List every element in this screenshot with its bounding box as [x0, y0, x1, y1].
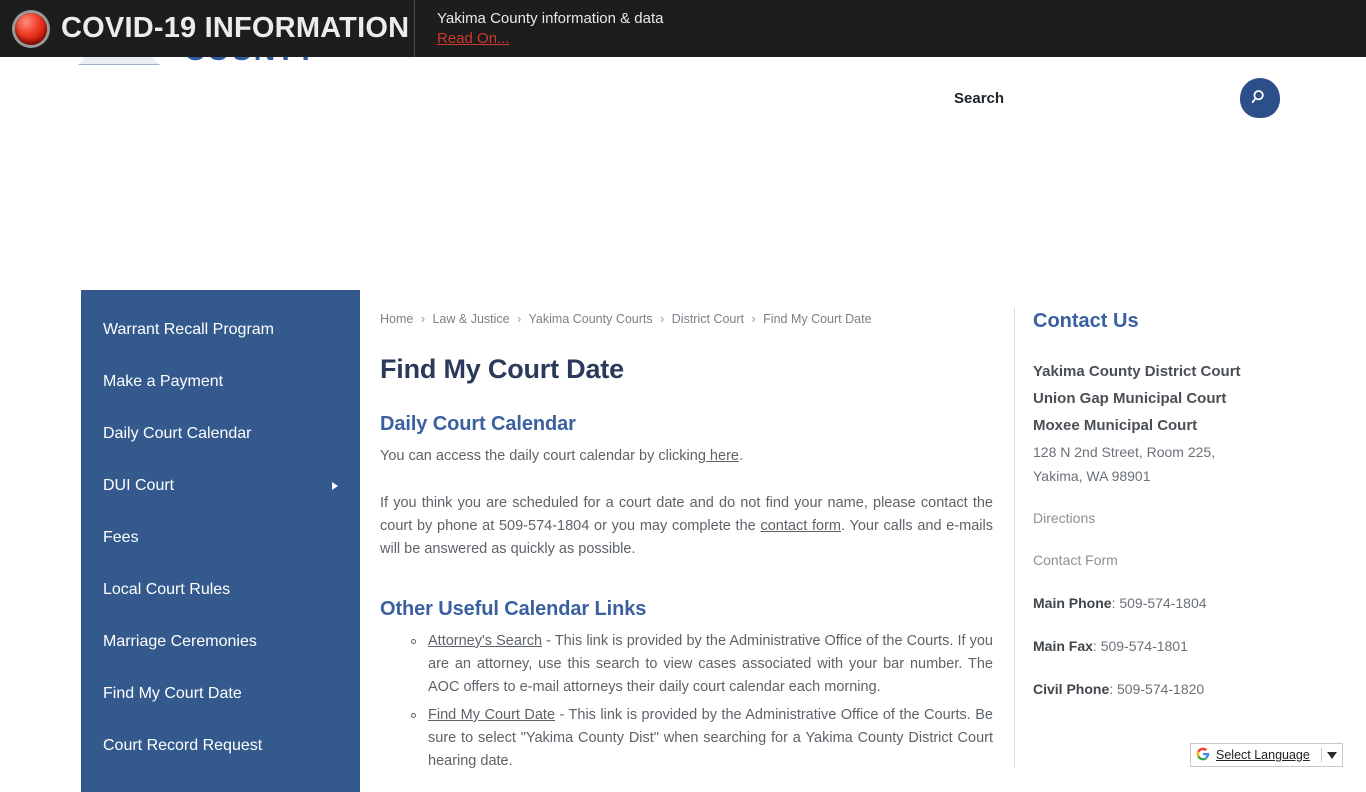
- search-button[interactable]: [1240, 78, 1280, 118]
- page-body: Warrant Recall Program Make a Payment Da…: [0, 150, 1366, 792]
- contact-form-sidebar-link[interactable]: Contact Form: [1033, 549, 1314, 571]
- section-heading-other-useful-calendar-links: Other Useful Calendar Links: [380, 598, 647, 620]
- breadcrumb-item-district-court[interactable]: District Court: [672, 312, 744, 326]
- covid-read-on-link[interactable]: Read On...: [437, 29, 664, 49]
- section-heading-daily-court-calendar: Daily Court Calendar: [380, 413, 576, 435]
- left-sidebar-nav: Warrant Recall Program Make a Payment Da…: [81, 290, 360, 792]
- google-translate-widget[interactable]: Select Language: [1190, 743, 1343, 767]
- sidebar-item-label: Marriage Ceremonies: [103, 633, 257, 650]
- breadcrumb-item-yakima-county-courts[interactable]: Yakima County Courts: [529, 312, 653, 326]
- breadcrumb-separator: ›: [420, 312, 425, 326]
- contact-label: Civil Phone: [1033, 681, 1110, 697]
- breadcrumb-item-current: Find My Court Date: [763, 312, 872, 326]
- breadcrumb-separator: ›: [751, 312, 756, 326]
- directions-link[interactable]: Directions: [1033, 507, 1314, 529]
- sidebar-item-local-court-rules[interactable]: Local Court Rules: [81, 564, 360, 616]
- chevron-right-icon: [332, 482, 338, 490]
- covid-banner-subtitle: Yakima County information & data: [437, 9, 664, 27]
- covid-banner-title-area: COVID-19 INFORMATION: [0, 0, 415, 57]
- contact-org-union-gap: Union Gap Municipal Court: [1033, 390, 1227, 407]
- breadcrumb-separator: ›: [660, 312, 665, 326]
- sidebar-item-label: Daily Court Calendar: [103, 425, 252, 442]
- sidebar-item-label: Warrant Recall Program: [103, 321, 275, 338]
- search-input[interactable]: [900, 76, 1226, 120]
- list-item: Find My Court Date - This link is provid…: [411, 704, 993, 773]
- google-g-icon: [1196, 747, 1210, 764]
- covid-banner-message-area: Yakima County information & data Read On…: [415, 0, 664, 57]
- contact-sidebar: Contact Us Yakima County District Court …: [1014, 308, 1314, 768]
- here-link[interactable]: here: [706, 448, 739, 464]
- sidebar-item-marriage-ceremonies[interactable]: Marriage Ceremonies: [81, 616, 360, 668]
- sidebar-item-label: Find My Court Date: [103, 685, 242, 702]
- divider: [1320, 748, 1322, 762]
- select-language-label: Select Language: [1216, 748, 1310, 762]
- contact-separator: :: [1109, 681, 1118, 697]
- sidebar-item-find-my-court-date[interactable]: Find My Court Date: [81, 668, 360, 720]
- sidebar-item-dui-court[interactable]: DUI Court: [81, 460, 360, 512]
- contact-address-line-1: 128 N 2nd Street, Room 225,: [1033, 444, 1216, 460]
- contact-us-heading: Contact Us: [1033, 310, 1139, 332]
- find-my-court-date-link[interactable]: Find My Court Date: [428, 707, 555, 723]
- paragraph-text-after-link: .: [738, 448, 743, 464]
- page-title: Find My Court Date: [380, 354, 624, 384]
- sidebar-item-label: DUI Court: [103, 477, 175, 494]
- sidebar-item-label: Fees: [103, 529, 139, 546]
- sidebar-item-daily-court-calendar[interactable]: Daily Court Calendar: [81, 408, 360, 460]
- contact-value: 509-574-1801: [1100, 638, 1188, 654]
- sidebar-item-make-a-payment[interactable]: Make a Payment: [81, 356, 360, 408]
- contact-row-civil-phone: Civil Phone: 509-574-1820: [1033, 678, 1314, 700]
- list-item: Attorney's Search - This link is provide…: [411, 630, 993, 699]
- useful-links-list: Attorney's Search - This link is provide…: [380, 630, 993, 773]
- red-alert-circle-icon: [15, 12, 47, 45]
- paragraph-court-contact: If you think you are scheduled for a cou…: [380, 492, 993, 561]
- contact-value: 509-574-1820: [1117, 681, 1205, 697]
- breadcrumb: Home › Law & Justice › Yakima County Cou…: [380, 310, 993, 328]
- attorneys-search-link[interactable]: Attorney's Search: [428, 633, 542, 649]
- paragraph-daily-calendar-access: You can access the daily court calendar …: [380, 445, 993, 468]
- sidebar-item-label: Make a Payment: [103, 373, 224, 390]
- search-icon: [1251, 88, 1269, 109]
- covid-19-alert-banner[interactable]: COVID-19 INFORMATION Yakima County infor…: [0, 0, 1366, 57]
- contact-label: Main Phone: [1033, 595, 1112, 611]
- contact-org-district-court: Yakima County District Court: [1033, 363, 1241, 380]
- contact-label: Main Fax: [1033, 638, 1093, 654]
- covid-banner-title: COVID-19 INFORMATION: [61, 12, 410, 44]
- breadcrumb-item-law-justice[interactable]: Law & Justice: [432, 312, 509, 326]
- sidebar-item-fees[interactable]: Fees: [81, 512, 360, 564]
- sidebar-item-label: Local Court Rules: [103, 581, 231, 598]
- contact-address-line-2: Yakima, WA 98901: [1033, 468, 1151, 484]
- contact-value: 509-574-1804: [1119, 595, 1207, 611]
- contact-form-link[interactable]: contact form: [760, 518, 841, 534]
- main-content: Home › Law & Justice › Yakima County Cou…: [380, 310, 993, 778]
- sidebar-item-warrant-recall-program[interactable]: Warrant Recall Program: [81, 304, 360, 356]
- contact-org-moxee: Moxee Municipal Court: [1033, 417, 1198, 434]
- breadcrumb-item-home[interactable]: Home: [380, 312, 413, 326]
- search-area: [900, 76, 1300, 124]
- contact-row-main-fax: Main Fax: 509-574-1801: [1033, 635, 1314, 657]
- breadcrumb-separator: ›: [517, 312, 522, 326]
- contact-row-main-phone: Main Phone: 509-574-1804: [1033, 592, 1314, 614]
- paragraph-text-before-link: You can access the daily court calendar …: [380, 448, 706, 464]
- chevron-down-icon[interactable]: [1326, 751, 1337, 759]
- sidebar-item-court-record-request[interactable]: Court Record Request: [81, 720, 360, 772]
- contact-separator: :: [1092, 638, 1101, 654]
- sidebar-item-label: Court Record Request: [103, 737, 263, 754]
